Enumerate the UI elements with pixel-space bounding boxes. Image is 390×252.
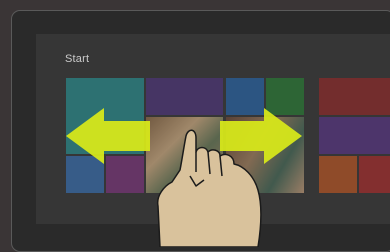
swipe-left-arrow-icon — [66, 108, 150, 164]
swipe-right-arrow-icon — [220, 108, 302, 164]
swipe-gesture-overlay — [66, 108, 302, 247]
